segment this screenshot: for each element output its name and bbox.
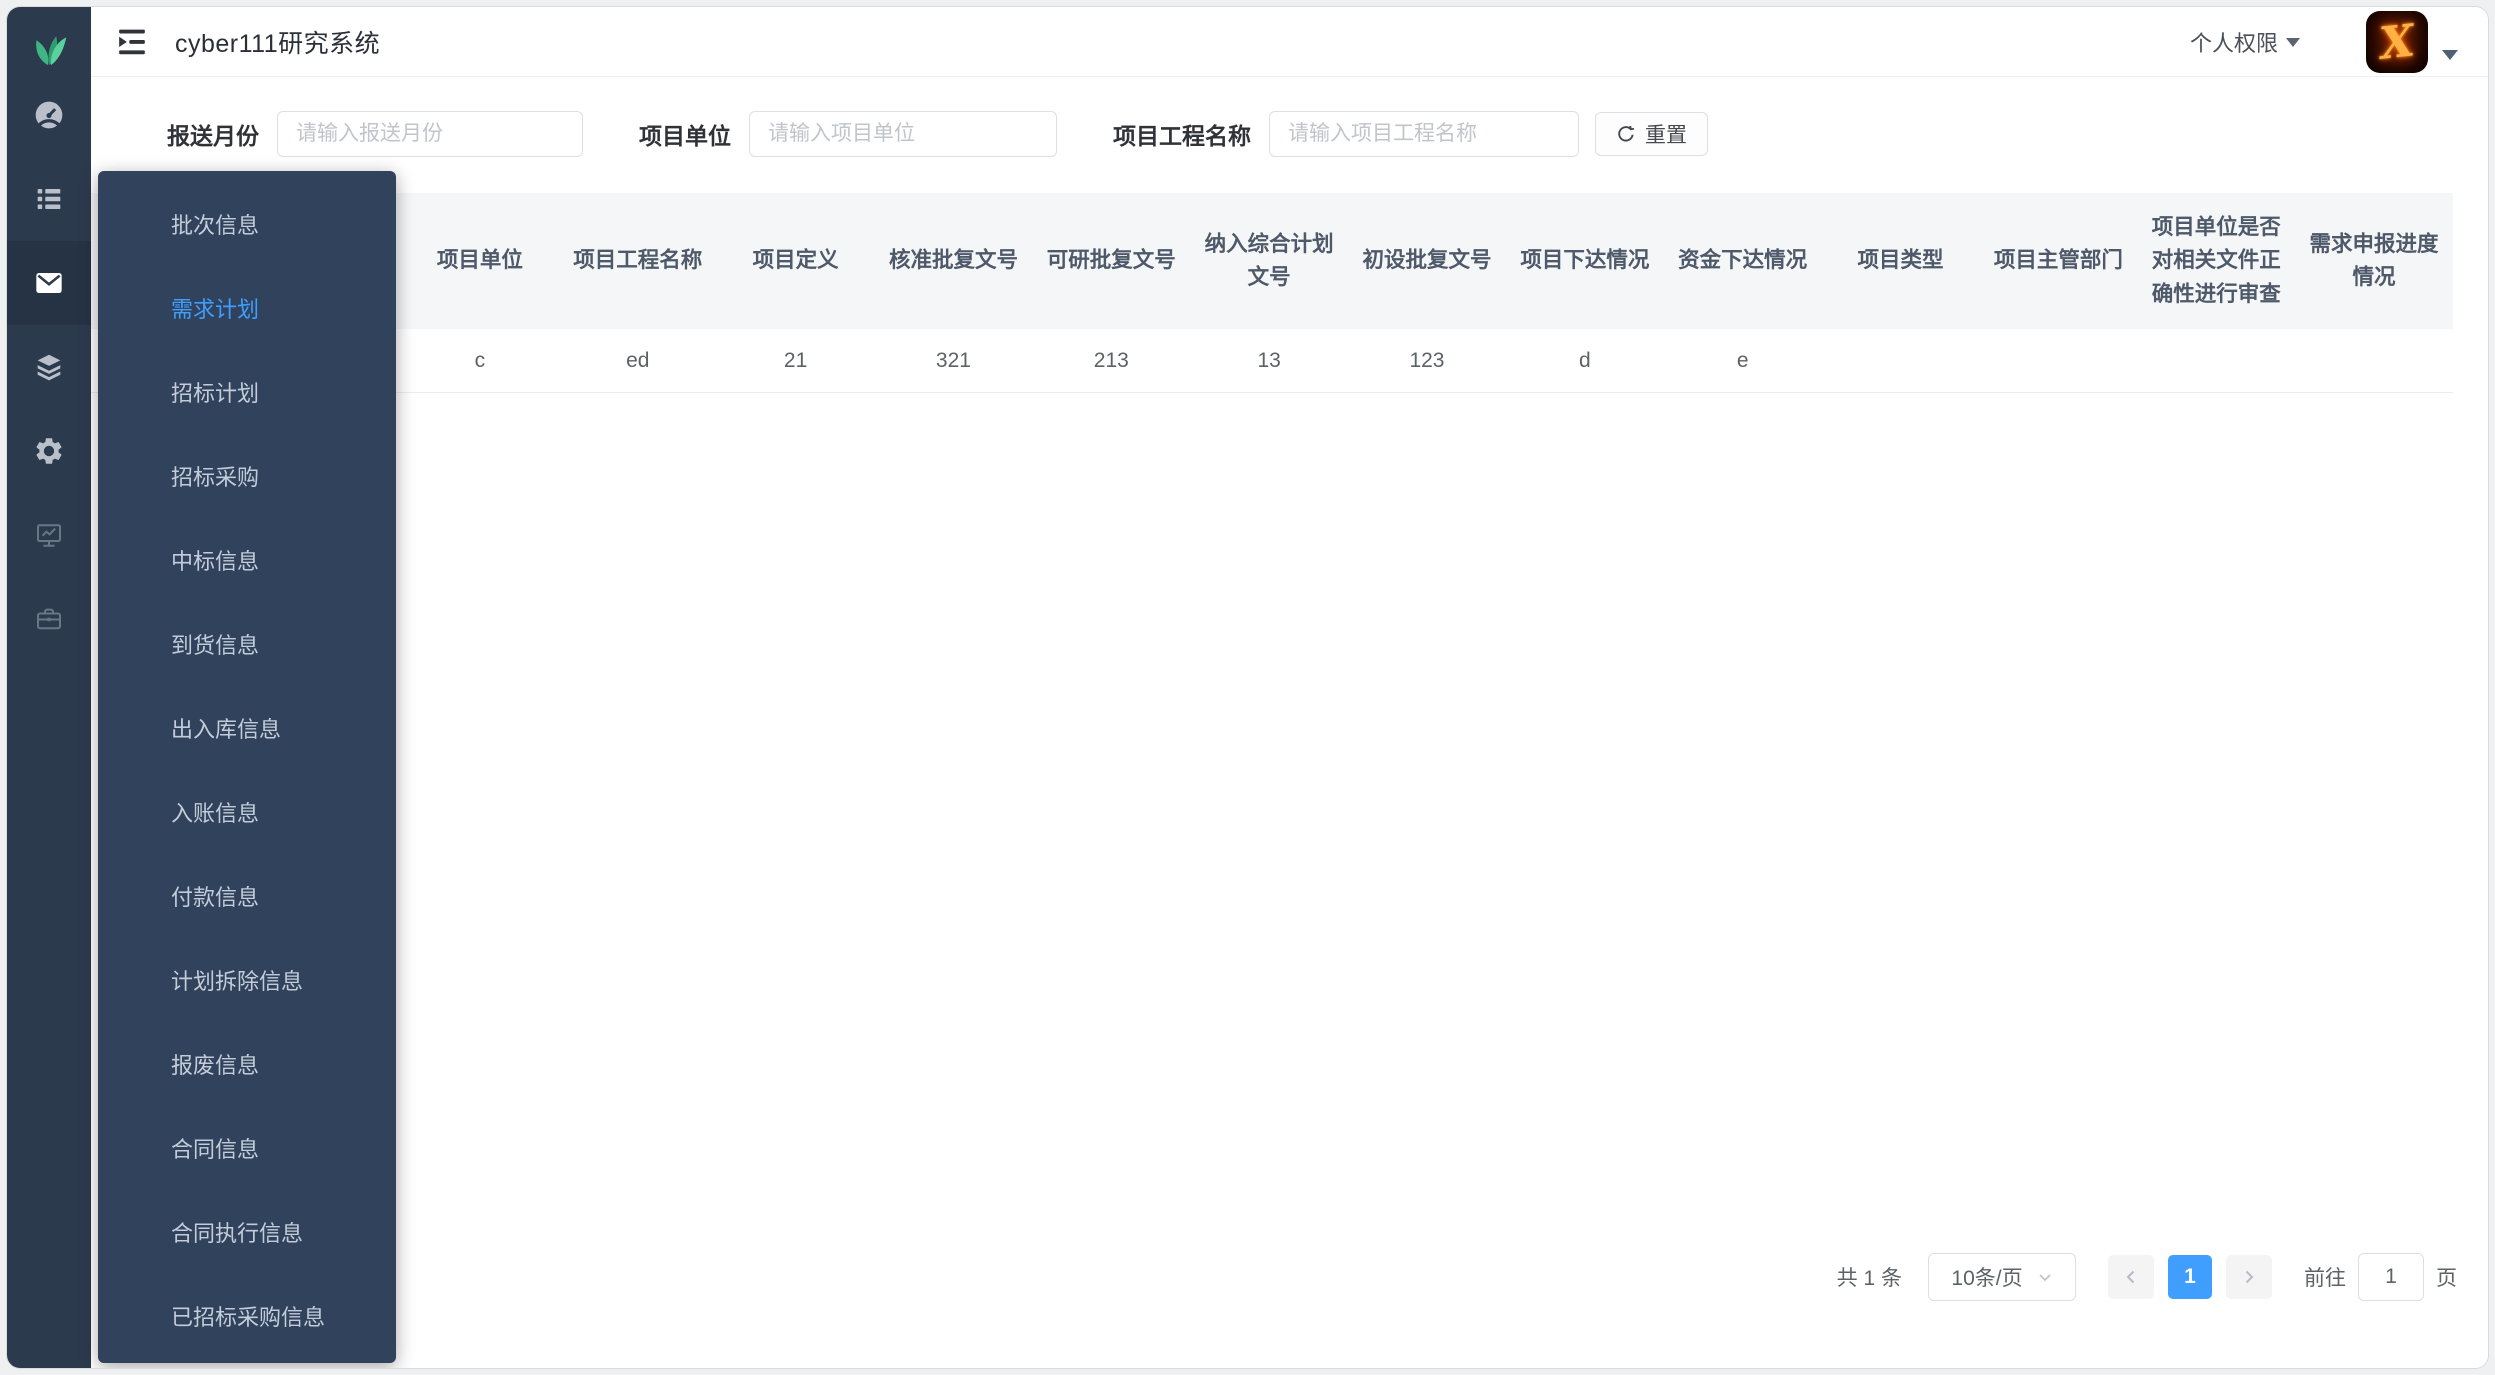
user-permission-label: 个人权限 <box>2189 31 2278 56</box>
page-size-select[interactable]: 10条/页 <box>1928 1253 2076 1301</box>
reset-button[interactable]: 重置 <box>1595 112 1708 156</box>
table-row: c ed 21 321 213 13 123 d e <box>91 329 2453 393</box>
goto-label: 前往 <box>2304 1267 2346 1290</box>
sidebar-item-dashboard[interactable] <box>7 73 91 157</box>
menu-item[interactable]: 入账信息 <box>98 772 396 856</box>
refresh-icon <box>1616 124 1636 144</box>
page-size-label: 10条/页 <box>1951 1267 2023 1290</box>
pagination: 共 1 条 10条/页 1 前往 页 <box>1837 1251 2457 1303</box>
filter-bar: 报送月份 项目单位 项目工程名称 重置 <box>167 105 1708 163</box>
table-column-header: 项目单位 <box>436 248 523 273</box>
menu-item[interactable]: 到货信息 <box>98 604 396 688</box>
menu-item[interactable]: 需求计划 <box>98 268 396 352</box>
reset-label: 重置 <box>1645 124 1687 147</box>
briefcase-icon <box>34 604 64 634</box>
sidebar-item-list[interactable] <box>7 157 91 241</box>
layers-icon <box>33 351 65 383</box>
table-column-header: 纳入综合计划文号 <box>1204 231 1334 289</box>
app-window: cyber111研究系统 个人权限 X 报送月份项目单位项目工程名称重置 项目单… <box>6 6 2489 1369</box>
page-number-button[interactable]: 1 <box>2168 1255 2212 1299</box>
page-title: cyber111研究系统 <box>175 29 381 58</box>
table-column-header: 可研批复文号 <box>1046 248 1176 273</box>
table-column-header: 资金下达情况 <box>1678 248 1808 273</box>
table-column-header: 项目主管部门 <box>1993 248 2123 273</box>
goto-unit: 页 <box>2436 1267 2457 1290</box>
table-cell <box>1822 329 1980 392</box>
menu-item[interactable]: 中标信息 <box>98 520 396 604</box>
menu-item[interactable]: 付款信息 <box>98 856 396 940</box>
table-column-header: 项目下达情况 <box>1520 248 1650 273</box>
sidebar <box>7 7 91 1368</box>
menu-item[interactable]: 合同执行信息 <box>98 1192 396 1276</box>
chevron-right-icon <box>2245 1270 2254 1284</box>
filter-input-2[interactable] <box>749 111 1057 157</box>
table-body: c ed 21 321 213 13 123 d e <box>91 329 2453 393</box>
filter-input-1[interactable] <box>277 111 583 157</box>
table-cell: 213 <box>1093 348 1129 372</box>
avatar-letter: X <box>2377 14 2417 70</box>
mail-icon <box>33 267 65 299</box>
menu-item[interactable]: 合同信息 <box>98 1108 396 1192</box>
goto-page: 前往 页 <box>2304 1253 2457 1301</box>
table-column-header: 项目类型 <box>1857 248 1944 273</box>
prev-page-button[interactable] <box>2108 1255 2154 1299</box>
top-bar: cyber111研究系统 个人权限 X <box>91 7 2488 77</box>
filter-label: 项目工程名称 <box>1113 123 1251 149</box>
filter-input-3[interactable] <box>1269 111 1579 157</box>
sidebar-item-briefcase[interactable] <box>7 577 91 661</box>
menu-item[interactable]: 招标采购 <box>98 436 396 520</box>
table-header-row: 项目单位 项目工程名称 项目定义 核准批复文号 可研批复文号 纳入综合计划文号 初设批复文号… <box>91 193 2453 329</box>
sidebar-item-mail[interactable] <box>7 241 91 325</box>
goto-page-input[interactable] <box>2358 1253 2424 1301</box>
list-icon <box>33 183 65 215</box>
table-cell <box>2137 329 2295 392</box>
filter-label: 报送月份 <box>167 123 259 149</box>
sidebar-item-monitor-chart[interactable] <box>7 493 91 577</box>
table-cell: d <box>1578 348 1591 372</box>
user-area: 个人权限 X <box>2190 7 2458 77</box>
user-permission-dropdown[interactable]: 个人权限 <box>2190 26 2300 58</box>
dashboard-icon <box>33 99 65 131</box>
main-content: cyber111研究系统 个人权限 X 报送月份项目单位项目工程名称重置 项目单… <box>91 7 2488 1368</box>
table-cell <box>2295 329 2453 392</box>
chevron-down-icon <box>2038 1274 2051 1282</box>
chevron-left-icon <box>2126 1270 2135 1284</box>
gear-icon <box>33 435 65 467</box>
sidebar-item-layers[interactable] <box>7 325 91 409</box>
table-cell: 21 <box>783 348 808 372</box>
menu-item[interactable]: 报废信息 <box>98 1024 396 1108</box>
menu-item[interactable]: 出入库信息 <box>98 688 396 772</box>
table-column-header: 需求申报进度情况 <box>2309 231 2439 289</box>
sidebar-nav <box>7 73 91 661</box>
menu-item[interactable]: 计划拆除信息 <box>98 940 396 1024</box>
table-column-header: 项目定义 <box>752 248 839 273</box>
table-column-header: 项目工程名称 <box>573 248 703 273</box>
avatar-caret-down-icon <box>2442 50 2458 60</box>
table-column-header: 核准批复文号 <box>888 248 1018 273</box>
table-cell: ed <box>626 348 650 372</box>
avatar[interactable]: X <box>2366 11 2428 73</box>
pagination-total: 共 1 条 <box>1836 1267 1902 1290</box>
table-cell: 123 <box>1409 348 1445 372</box>
table-cell: e <box>1736 348 1749 372</box>
table-cell: c <box>474 348 486 372</box>
submenu-flyout: 批次信息 需求计划 招标计划 招标采购 中标信息 到货信息 出入库信息 入账信息 付款信息 计划拆… <box>98 171 396 1363</box>
monitor-chart-icon <box>34 520 64 550</box>
table-cell: 321 <box>935 348 971 372</box>
table-cell <box>1979 329 2137 392</box>
sidebar-item-gear[interactable] <box>7 409 91 493</box>
data-table: 项目单位 项目工程名称 项目定义 核准批复文号 可研批复文号 纳入综合计划文号 初设批复文号… <box>91 193 2453 393</box>
page-numbers: 1 <box>2168 1255 2226 1299</box>
hamburger-icon[interactable] <box>117 28 147 55</box>
menu-item[interactable]: 批次信息 <box>98 184 396 268</box>
table-cell: 13 <box>1257 348 1281 372</box>
table-column-header: 初设批复文号 <box>1362 248 1492 273</box>
chevron-down-icon <box>2286 37 2300 47</box>
menu-item[interactable]: 招标计划 <box>98 352 396 436</box>
table-column-header: 项目单位是否对相关文件正确性进行审查 <box>2151 215 2281 306</box>
leaf-logo-icon <box>7 19 91 73</box>
filter-label: 项目单位 <box>639 123 731 149</box>
menu-item[interactable]: 已招标采购信息 <box>98 1276 396 1360</box>
next-page-button[interactable] <box>2226 1255 2272 1299</box>
